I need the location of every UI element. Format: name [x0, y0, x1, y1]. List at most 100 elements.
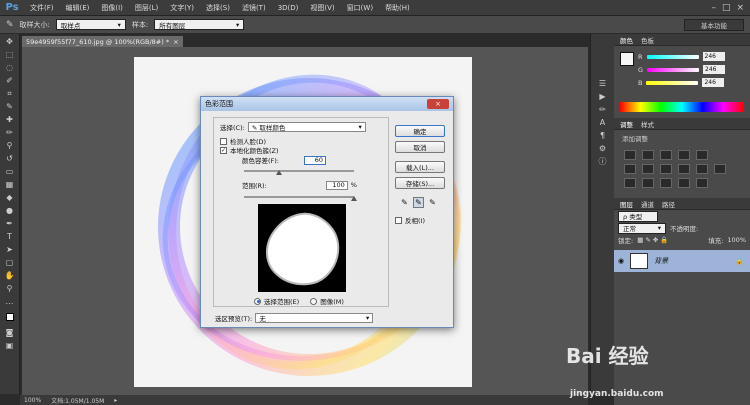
menu-select[interactable]: 选择(S) [200, 3, 236, 13]
detect-faces-checkbox[interactable] [220, 137, 227, 145]
menu-image[interactable]: 图像(I) [95, 3, 129, 13]
save-button[interactable]: 存储(S)... [395, 177, 445, 189]
zoom-level[interactable]: 100% [24, 397, 41, 404]
properties-panel-icon[interactable]: ⚙ [597, 143, 609, 154]
eyedropper-tool-icon[interactable]: ✎ [4, 101, 16, 112]
blur-tool-icon[interactable]: ◆ [4, 192, 16, 203]
eyedropper-icon[interactable]: ✎ [399, 197, 410, 208]
color-lookup-icon[interactable] [714, 164, 726, 174]
localized-checkbox[interactable]: ✓ [220, 146, 227, 154]
hue-saturation-icon[interactable] [624, 164, 636, 174]
tab-adjustments[interactable]: 调整 [620, 119, 633, 129]
color-balance-icon[interactable] [642, 164, 654, 174]
brush-panel-icon[interactable]: ✏ [597, 104, 609, 115]
exposure-icon[interactable] [678, 150, 690, 160]
menu-help[interactable]: 帮助(H) [379, 3, 416, 13]
vibrance-icon[interactable] [696, 150, 708, 160]
hand-tool-icon[interactable]: ✋ [4, 270, 16, 281]
layer-kind-select[interactable]: ρ 类型 [618, 210, 658, 222]
document-tab[interactable]: 59e4959f55f77_610.jpg @ 100%(RGB/8#) * × [22, 36, 183, 47]
dodge-tool-icon[interactable]: ● [4, 205, 16, 216]
brush-tool-icon[interactable]: ✏ [4, 127, 16, 138]
eye-icon[interactable]: ◉ [618, 257, 624, 265]
doc-info[interactable]: 文档:1.05M/1.05M [51, 396, 104, 405]
gradient-map-icon[interactable] [696, 178, 708, 188]
g-value[interactable]: 246 [703, 65, 726, 74]
history-brush-icon[interactable]: ↺ [4, 153, 16, 164]
menu-file[interactable]: 文件(F) [24, 3, 60, 13]
r-value[interactable]: 246 [702, 52, 725, 61]
foreground-color-swatch[interactable] [620, 52, 634, 66]
posterize-icon[interactable] [642, 178, 654, 188]
path-select-icon[interactable]: ➤ [4, 244, 16, 255]
eyedropper-plus-icon[interactable]: ✎ [413, 197, 424, 208]
load-button[interactable]: 载入(L)... [395, 161, 445, 173]
select-dropdown[interactable]: ✎ 取样颜色 ▾ [247, 122, 366, 132]
marquee-tool-icon[interactable]: ⬚ [4, 49, 16, 60]
healing-tool-icon[interactable]: ✚ [4, 114, 16, 125]
actions-panel-icon[interactable]: ▶ [597, 91, 609, 102]
tab-styles[interactable]: 样式 [641, 119, 654, 129]
paragraph-panel-icon[interactable]: ¶ [597, 130, 609, 141]
layer-row-background[interactable]: ◉ 背景 🔒 [614, 250, 750, 272]
quick-mask-icon[interactable]: ◙ [4, 327, 16, 338]
selection-radio[interactable] [254, 297, 261, 305]
brightness-icon[interactable] [624, 150, 636, 160]
invert-checkbox[interactable] [395, 216, 402, 224]
info-panel-icon[interactable]: ⓘ [597, 156, 609, 167]
tab-color[interactable]: 颜色 [620, 35, 633, 45]
shape-tool-icon[interactable]: ▢ [4, 257, 16, 268]
color-swatches-icon[interactable] [4, 309, 16, 325]
b-value[interactable]: 246 [702, 78, 725, 87]
eraser-tool-icon[interactable]: ▭ [4, 166, 16, 177]
more-tools-icon[interactable]: … [4, 296, 16, 307]
menu-filter[interactable]: 滤镜(T) [236, 3, 272, 13]
menu-type[interactable]: 文字(Y) [164, 3, 200, 13]
fuzziness-input[interactable]: 60 [304, 155, 327, 165]
close-icon[interactable]: × [173, 38, 178, 46]
menu-window[interactable]: 窗口(W) [341, 3, 379, 13]
sample-size-select[interactable]: 取样点 ▾ [55, 19, 126, 30]
type-tool-icon[interactable]: T [4, 231, 16, 242]
zoom-tool-icon[interactable]: ⚲ [4, 283, 16, 294]
photo-filter-icon[interactable] [678, 164, 690, 174]
range-slider-thumb[interactable] [351, 196, 357, 201]
ok-button[interactable]: 确定 [395, 125, 445, 137]
gradient-tool-icon[interactable]: ▦ [4, 179, 16, 190]
range-input[interactable]: 100 [325, 180, 348, 190]
lasso-tool-icon[interactable]: ◌ [4, 62, 16, 73]
image-radio[interactable] [310, 297, 318, 305]
b-slider[interactable] [646, 80, 699, 85]
menu-layer[interactable]: 图层(L) [129, 3, 164, 13]
crop-tool-icon[interactable]: ⌗ [4, 88, 16, 99]
character-panel-icon[interactable]: A [597, 117, 609, 128]
levels-icon[interactable] [642, 150, 654, 160]
eyedropper-minus-icon[interactable]: ✎ [427, 197, 438, 208]
r-slider[interactable] [646, 54, 699, 59]
selection-preview-select[interactable]: 无 ▾ [255, 313, 374, 323]
tab-layers[interactable]: 图层 [620, 199, 633, 209]
cancel-button[interactable]: 取消 [395, 141, 445, 153]
blend-mode-select[interactable]: 正常 ▾ [618, 222, 666, 234]
close-window-button[interactable]: × [736, 3, 744, 13]
menu-view[interactable]: 视图(V) [304, 3, 340, 13]
fuzziness-slider-thumb[interactable] [276, 170, 282, 175]
tab-swatches[interactable]: 色板 [641, 35, 654, 45]
stamp-tool-icon[interactable]: ⚲ [4, 140, 16, 151]
pen-tool-icon[interactable]: ✒ [4, 218, 16, 229]
color-spectrum[interactable] [620, 102, 744, 112]
tab-paths[interactable]: 路径 [662, 199, 675, 209]
range-slider-track[interactable] [244, 196, 354, 198]
tab-channels[interactable]: 通道 [641, 199, 654, 209]
move-tool-icon[interactable]: ✥ [4, 36, 16, 47]
selective-color-icon[interactable] [678, 178, 690, 188]
quick-select-tool-icon[interactable]: ✐ [4, 75, 16, 86]
channel-mixer-icon[interactable] [696, 164, 708, 174]
selection-preview[interactable] [258, 204, 346, 292]
g-slider[interactable] [647, 67, 700, 72]
sample-select[interactable]: 所有图层 ▾ [154, 19, 245, 30]
dialog-titlebar[interactable]: 色彩范围 × [201, 97, 453, 111]
menu-3d[interactable]: 3D(D) [272, 4, 305, 12]
invert-icon[interactable] [624, 178, 636, 188]
eyedropper-tool-icon[interactable]: ✎ [6, 20, 14, 30]
